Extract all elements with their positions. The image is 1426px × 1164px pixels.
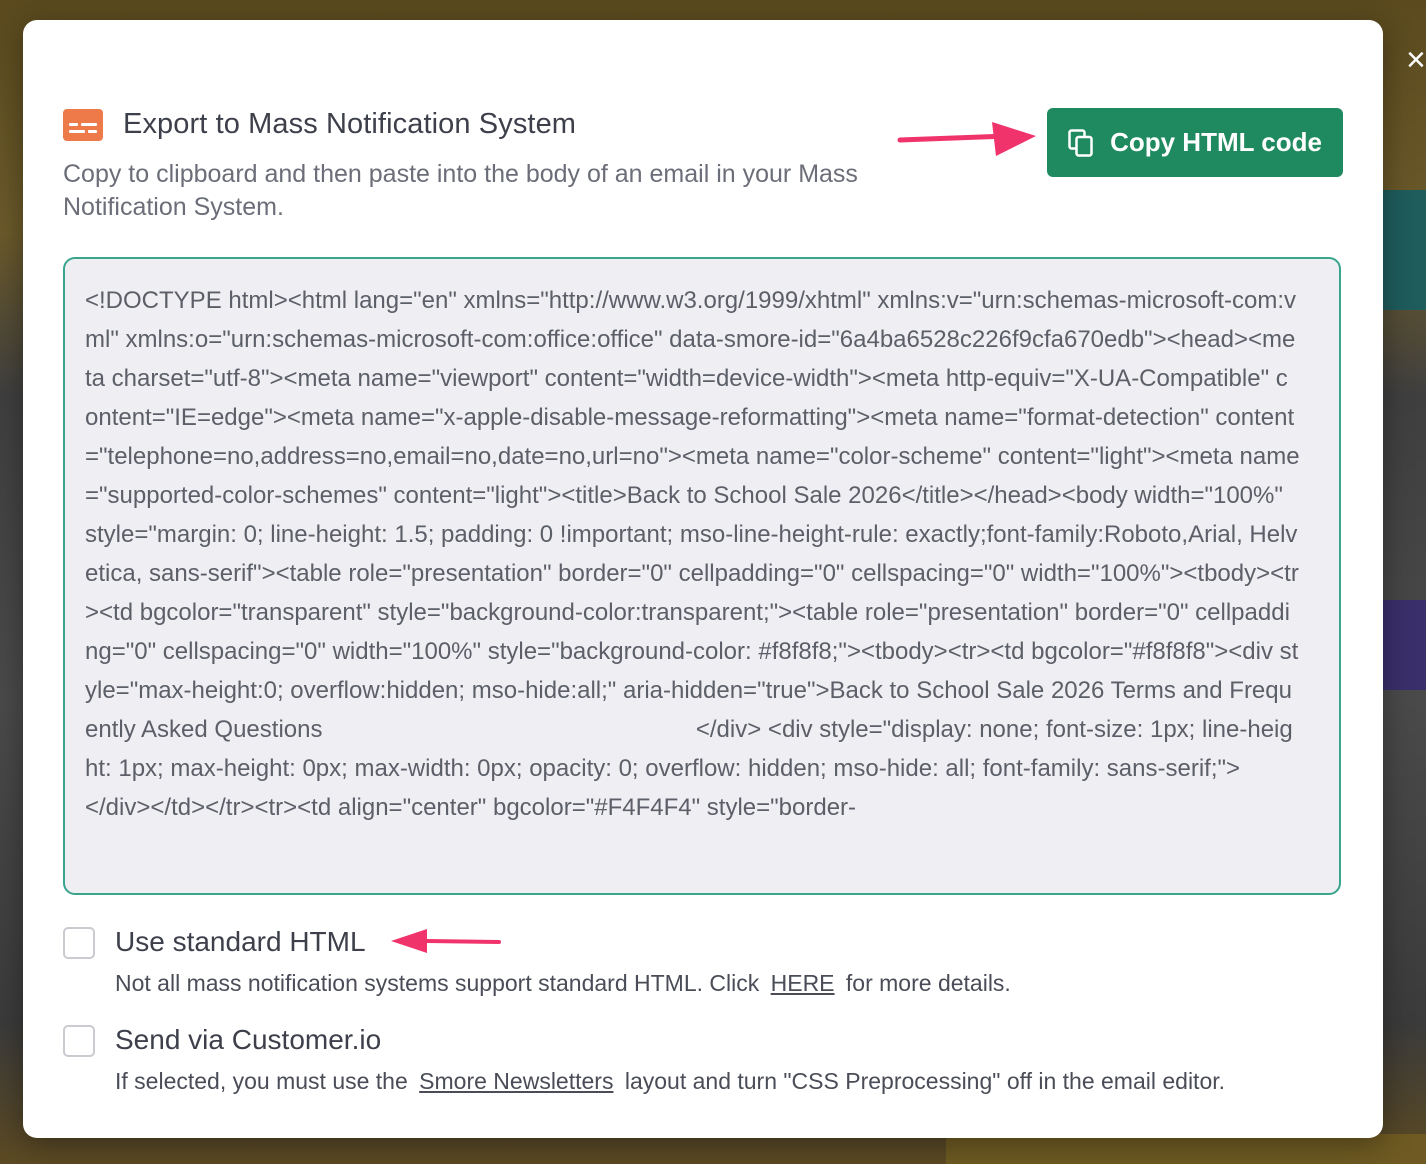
copy-html-button-label: Copy HTML code: [1110, 127, 1322, 157]
backdrop-panel: [1382, 190, 1426, 310]
customer-io-label: Send via Customer.io: [115, 1024, 382, 1055]
dialog-subtitle: Copy to clipboard and then paste into th…: [63, 160, 858, 221]
annotation-arrow-icon: [391, 929, 501, 953]
standard-html-label: Use standard HTML: [115, 926, 366, 957]
backdrop-panel: [946, 1134, 1426, 1164]
customer-io-description: If selected, you must use the Smore News…: [115, 1063, 1225, 1099]
html-code-textarea[interactable]: <!DOCTYPE html><html lang="en" xmlns="ht…: [63, 257, 1341, 895]
standard-html-checkbox[interactable]: [63, 927, 95, 959]
customer-io-desc-text: If selected, you must use the: [115, 1068, 408, 1094]
export-icon: [63, 108, 103, 141]
standard-html-desc-text-end: for more details.: [845, 970, 1011, 996]
customer-io-checkbox[interactable]: [63, 1025, 95, 1057]
export-dialog: Export to Mass Notification System Copy …: [23, 20, 1383, 1138]
copy-html-button[interactable]: Copy HTML code: [1047, 108, 1343, 177]
customer-io-desc-text-end: layout and turn "CSS Preprocessing" off …: [624, 1068, 1226, 1094]
copy-icon: [1068, 128, 1093, 157]
backdrop-panel: [1382, 600, 1426, 690]
option-standard-html: Use standard HTML Not all mass notificat…: [63, 923, 1011, 1001]
close-icon[interactable]: ×: [1406, 40, 1426, 80]
dialog-header: Export to Mass Notification System: [63, 108, 576, 141]
standard-html-description: Not all mass notification systems suppor…: [115, 965, 1011, 1001]
dialog-title: Export to Mass Notification System: [123, 108, 577, 140]
standard-html-desc-text: Not all mass notification systems suppor…: [115, 970, 760, 996]
here-link[interactable]: HERE: [771, 970, 835, 996]
annotation-arrow-icon: [897, 122, 1036, 156]
html-code-content: <!DOCTYPE html><html lang="en" xmlns="ht…: [85, 287, 1341, 821]
smore-newsletters-link[interactable]: Smore Newsletters: [419, 1068, 613, 1094]
option-customer-io: Send via Customer.io If selected, you mu…: [63, 1021, 1225, 1099]
